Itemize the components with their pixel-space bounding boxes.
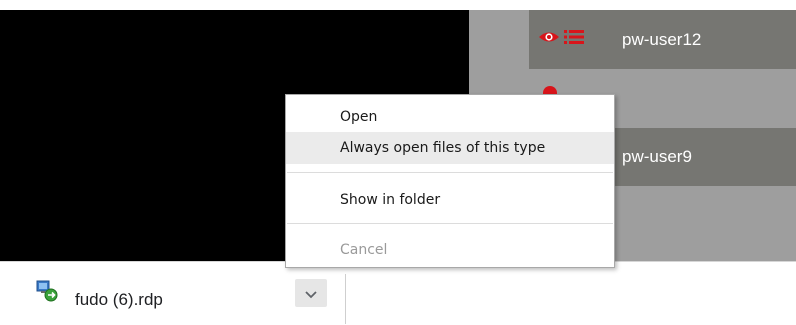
download-context-menu: Open Always open files of this type Show… bbox=[285, 94, 615, 268]
menu-item-show-in-folder[interactable]: Show in folder bbox=[286, 184, 614, 216]
user-name: pw-user9 bbox=[622, 147, 692, 166]
menu-item-open[interactable]: Open bbox=[286, 101, 614, 133]
eye-icon[interactable] bbox=[538, 10, 560, 69]
menu-item-always-open[interactable]: Always open files of this type bbox=[286, 132, 614, 164]
rdp-file-icon bbox=[36, 280, 58, 302]
screen: pw-user12 pw-user9 fudo (6).rdp Open Alw… bbox=[0, 0, 796, 325]
menu-item-cancel[interactable]: Cancel bbox=[286, 234, 614, 266]
user-row[interactable]: pw-user12 bbox=[529, 10, 796, 69]
row-actions bbox=[538, 10, 584, 69]
user-name: pw-user12 bbox=[622, 30, 702, 49]
menu-divider bbox=[287, 223, 613, 224]
download-item-divider bbox=[345, 274, 346, 324]
top-strip bbox=[0, 0, 796, 10]
chevron-down-icon bbox=[305, 284, 317, 303]
download-menu-button[interactable] bbox=[295, 279, 327, 307]
download-item[interactable]: fudo (6).rdp bbox=[0, 262, 345, 325]
list-icon[interactable] bbox=[564, 10, 584, 69]
download-file-name: fudo (6).rdp bbox=[75, 290, 163, 309]
download-bar: fudo (6).rdp bbox=[0, 261, 796, 325]
menu-divider bbox=[287, 172, 613, 173]
